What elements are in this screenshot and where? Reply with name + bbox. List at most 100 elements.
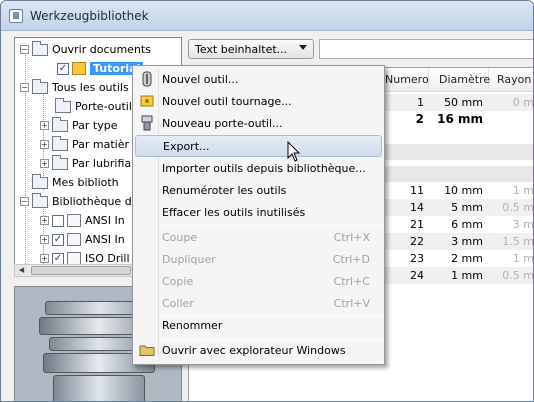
menu-item-duplicate[interactable]: Dupliquer Ctrl+D	[135, 248, 382, 270]
tree-item-all-tools[interactable]: − Tous les outils	[20, 78, 129, 97]
expand-icon[interactable]: +	[40, 140, 49, 149]
library-icon	[72, 62, 86, 75]
menu-item-label: Nouvel outil tournage...	[162, 94, 292, 108]
search-folder-icon	[32, 78, 48, 94]
menu-item-label: Nouveau porte-outil...	[162, 116, 283, 130]
menu-item-new-holder[interactable]: Nouveau porte-outil...	[135, 112, 382, 134]
cell-rayon: 3 m	[512, 218, 534, 231]
filter-label: Text beinhaltet...	[195, 42, 288, 56]
collapse-icon[interactable]: −	[20, 83, 29, 92]
cell-numero: 22	[410, 235, 424, 248]
filter-dropdown[interactable]: Text beinhaltet...	[188, 39, 314, 59]
library-icon	[67, 233, 81, 246]
folder-open-icon	[32, 40, 48, 56]
tree-item-holders[interactable]: Porte-outil	[55, 97, 132, 116]
menu-item-new-tool[interactable]: Nouvel outil...	[135, 68, 382, 90]
cell-numero: 24	[410, 269, 424, 282]
tree-item-open-documents[interactable]: − Ouvrir documents	[20, 40, 151, 59]
tree-item-label: Ouvrir documents	[52, 43, 151, 56]
menu-item-export[interactable]: Export...	[135, 135, 382, 157]
tree-item-label: Bibliothèque d'	[52, 195, 135, 208]
window-title: Werkzeugbibliothek	[30, 8, 149, 23]
cell-diametre: 50 mm	[444, 96, 483, 109]
tree-item-by-material[interactable]: + Par matièr	[40, 135, 129, 154]
scroll-left-icon[interactable]: ◀	[15, 265, 28, 276]
checkbox-checked-icon[interactable]: ✓	[52, 252, 64, 265]
tree-item-label: Par type	[72, 119, 118, 132]
column-header-diametre[interactable]: Diamètre	[429, 68, 490, 92]
collapse-icon[interactable]: −	[20, 45, 29, 54]
app-icon	[9, 8, 23, 23]
menu-item-cut[interactable]: Coupe Ctrl+X	[135, 226, 382, 248]
folder-open-icon	[32, 192, 48, 208]
cell-diametre: 5 mm	[451, 201, 483, 214]
checkbox-checked-icon[interactable]: ✓	[57, 62, 69, 75]
menu-item-renumber[interactable]: Renuméroter les outils	[135, 179, 382, 201]
menu-item-new-turning-tool[interactable]: Nouvel outil tournage...	[135, 90, 382, 112]
cell-rayon: 0.5 m	[502, 269, 534, 282]
tree-item-by-lubricant[interactable]: + Par lubrifia	[40, 154, 131, 173]
tree-item-label: Mes biblioth	[52, 176, 119, 189]
tree-item-library[interactable]: − Bibliothèque d'	[20, 192, 135, 211]
expand-icon[interactable]: +	[40, 254, 49, 263]
tree-item-label: Par matièr	[72, 138, 130, 151]
cell-diametre: 1 mm	[451, 269, 483, 282]
menu-item-label: Renuméroter les outils	[162, 183, 287, 197]
cell-rayon: 1 m	[512, 252, 534, 265]
shortcut-label: Ctrl+V	[333, 296, 370, 310]
search-input[interactable]	[319, 39, 533, 59]
expand-icon[interactable]: +	[40, 235, 49, 244]
tool-shape	[53, 375, 145, 401]
turning-tool-icon	[140, 95, 154, 107]
column-header-numero[interactable]: Numero	[379, 68, 429, 92]
menu-item-label: Importer outils depuis bibliothèque...	[162, 161, 366, 175]
tree-item-by-type[interactable]: + Par type	[40, 116, 117, 135]
cell-numero: 23	[410, 252, 424, 265]
expand-icon[interactable]: +	[40, 159, 49, 168]
column-header-rayon[interactable]: Rayon	[489, 68, 533, 92]
menu-item-label: Ouvrir avec explorateur Windows	[162, 343, 346, 357]
menu-item-label: Nouvel outil...	[162, 72, 239, 86]
checkbox-icon[interactable]	[52, 214, 64, 227]
menu-item-label: Dupliquer	[162, 252, 216, 266]
expand-icon[interactable]: +	[40, 121, 49, 130]
tree-item-ansi-2[interactable]: + ✓ ANSI In	[40, 230, 125, 249]
tree-item-label: Par lubrifia	[72, 157, 132, 170]
cell-rayon: 1 m	[512, 184, 534, 197]
cell-numero: 21	[410, 218, 424, 231]
menu-item-label: Renommer	[162, 318, 223, 332]
menu-item-delete-unused[interactable]: Effacer les outils inutilisés	[135, 201, 382, 223]
search-folder-icon	[52, 154, 68, 170]
menu-item-paste[interactable]: Coller Ctrl+V	[135, 292, 382, 314]
title-bar[interactable]: Werkzeugbibliothek	[1, 1, 533, 31]
tree-item-label: Porte-outil	[75, 100, 132, 113]
cell-rayon: 1.5 m	[502, 235, 534, 248]
cell-numero: 14	[410, 201, 424, 214]
collapse-icon[interactable]: −	[20, 197, 29, 206]
cell-diametre: 16 mm	[437, 112, 483, 126]
cell-diametre: 10 mm	[444, 184, 483, 197]
folder-icon	[32, 173, 48, 189]
menu-item-open-explorer[interactable]: Ouvrir avec explorateur Windows	[135, 339, 382, 361]
expand-icon[interactable]: +	[40, 216, 49, 225]
cell-numero: 2	[415, 112, 424, 126]
menu-item-rename[interactable]: Renommer	[135, 314, 382, 336]
search-folder-icon	[52, 116, 68, 132]
tree-item-label: ANSI In	[85, 233, 125, 246]
mill-tool-icon	[142, 71, 152, 87]
tree-item-ansi-1[interactable]: + ANSI In	[40, 211, 125, 230]
checkbox-checked-icon[interactable]: ✓	[52, 233, 64, 246]
menu-item-import[interactable]: Importer outils depuis bibliothèque...	[135, 157, 382, 179]
scroll-thumb[interactable]	[31, 266, 131, 275]
menu-item-label: Coupe	[162, 230, 198, 244]
cell-rayon: 0 m	[512, 96, 534, 109]
menu-item-label: Export...	[163, 139, 210, 153]
cell-diametre: 6 mm	[451, 218, 483, 231]
cell-diametre: 3 mm	[451, 235, 483, 248]
menu-item-copy[interactable]: Copie Ctrl+C	[135, 270, 382, 292]
folder-icon	[139, 345, 155, 356]
shortcut-label: Ctrl+C	[333, 274, 370, 288]
tree-item-my-libraries[interactable]: Mes biblioth	[32, 173, 119, 192]
tree-item-tutorial[interactable]: ✓ Tutorial	[57, 59, 144, 78]
menu-item-label: Coller	[162, 296, 194, 310]
